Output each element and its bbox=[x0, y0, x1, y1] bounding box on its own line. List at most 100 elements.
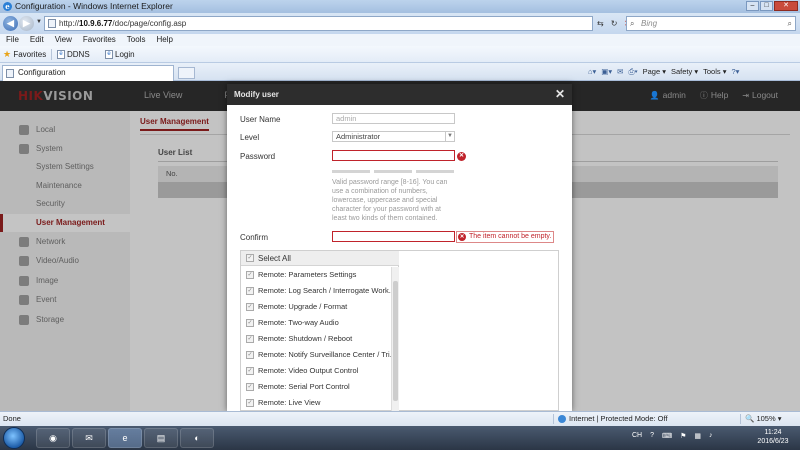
maximize-button[interactable]: □ bbox=[760, 1, 773, 11]
permission-checkbox[interactable]: ✓ bbox=[246, 303, 254, 311]
menu-edit[interactable]: Edit bbox=[30, 34, 44, 46]
close-window-button[interactable]: ✕ bbox=[774, 1, 798, 11]
network-icon[interactable]: ▦ bbox=[694, 432, 701, 440]
volume-icon[interactable]: ♪ bbox=[709, 432, 713, 440]
tab-configuration[interactable]: Configuration bbox=[2, 65, 174, 81]
help-link[interactable]: ⓘ Help bbox=[700, 90, 728, 101]
safety-menu[interactable]: Safety ▾ bbox=[671, 66, 698, 78]
username-label: User Name bbox=[240, 115, 281, 124]
list-item[interactable]: ✓ Remote: Video Output Control bbox=[241, 363, 391, 379]
forward-button[interactable]: ▶ bbox=[19, 16, 34, 31]
fav-link-ddns[interactable]: e DDNS bbox=[57, 46, 90, 63]
list-item[interactable]: ✓ Remote: Upgrade / Format bbox=[241, 299, 391, 315]
permission-checkbox[interactable]: ✓ bbox=[246, 399, 254, 407]
ie-taskbar-icon[interactable]: e bbox=[108, 428, 142, 448]
chrome-taskbar-icon[interactable]: ◉ bbox=[36, 428, 70, 448]
minimize-button[interactable]: – bbox=[746, 1, 759, 11]
logout-link[interactable]: ⇥ Logout bbox=[742, 90, 778, 101]
permission-checkbox[interactable]: ✓ bbox=[246, 271, 254, 279]
new-tab-button[interactable] bbox=[178, 67, 195, 79]
compatibility-icon[interactable]: ⇆ bbox=[597, 19, 604, 28]
feeds-icon[interactable]: ▣▾ bbox=[601, 66, 612, 78]
list-item[interactable]: ✓ Remote: Notify Surveillance Center / Tr… bbox=[241, 347, 391, 363]
refresh-icon[interactable]: ↻ bbox=[611, 19, 618, 28]
permission-checkbox[interactable]: ✓ bbox=[246, 287, 254, 295]
search-go-icon[interactable]: ⌕ bbox=[788, 17, 792, 30]
permission-scrollbar[interactable] bbox=[391, 267, 399, 412]
fav-link-label: DDNS bbox=[67, 50, 90, 59]
dialog-header: Modify user ✕ bbox=[227, 84, 572, 105]
event-icon bbox=[19, 295, 29, 305]
search-input[interactable]: ⌕ Bing ⌕ bbox=[626, 16, 796, 31]
list-item[interactable]: ✓ Remote: Shutdown / Reboot bbox=[241, 331, 391, 347]
url-input[interactable]: http://10.9.6.77/doc/page/config.asp bbox=[44, 16, 593, 31]
notification-icon[interactable]: ⚑ bbox=[680, 432, 686, 440]
level-select[interactable]: Administrator ▼ bbox=[332, 131, 455, 142]
confirm-error-message: ✕ The item cannot be empty. bbox=[456, 231, 555, 243]
network-icon bbox=[19, 237, 29, 247]
menu-tools[interactable]: Tools bbox=[127, 34, 146, 46]
list-item[interactable]: ✓ Remote: Log Search / Interrogate Work..… bbox=[241, 283, 391, 299]
sidebar-item-security[interactable]: Security bbox=[0, 195, 130, 213]
help-icon[interactable]: ? bbox=[650, 432, 654, 440]
favorites-bar: ★ Favorites e DDNS e Login bbox=[0, 46, 800, 63]
sidebar-item-label: Event bbox=[36, 295, 57, 304]
menu-bar: File Edit View Favorites Tools Help bbox=[0, 34, 800, 46]
sidebar-item-event[interactable]: Event bbox=[0, 291, 130, 309]
tab-user-management[interactable]: User Management bbox=[140, 117, 209, 131]
user-menu[interactable]: 👤 admin bbox=[650, 90, 686, 101]
window-titlebar: e Configuration - Windows Internet Explo… bbox=[0, 0, 800, 13]
app-taskbar-icon[interactable]: ◐ bbox=[180, 428, 214, 448]
password-field[interactable] bbox=[332, 150, 455, 161]
language-indicator[interactable]: CH bbox=[632, 432, 642, 440]
home-icon[interactable]: ⌂▾ bbox=[588, 66, 596, 78]
menu-favorites[interactable]: Favorites bbox=[83, 34, 116, 46]
dialog-close-button[interactable]: ✕ bbox=[555, 88, 565, 100]
error-icon: ✕ bbox=[458, 233, 466, 241]
sidebar-item-system-settings[interactable]: System Settings bbox=[0, 158, 130, 176]
username-field[interactable]: admin bbox=[332, 113, 455, 124]
back-button[interactable]: ◀ bbox=[3, 16, 18, 31]
sidebar-item-video-audio[interactable]: Video/Audio bbox=[0, 252, 130, 270]
sidebar-item-local[interactable]: Local bbox=[0, 121, 130, 139]
mail-icon[interactable]: ✉ bbox=[617, 66, 623, 78]
clock[interactable]: 11:24 2016/6/23 bbox=[748, 428, 798, 446]
scrollbar-thumb[interactable] bbox=[393, 281, 398, 401]
sidebar-item-system[interactable]: System bbox=[0, 140, 130, 158]
menu-help[interactable]: Help bbox=[156, 34, 172, 46]
tools-menu[interactable]: Tools ▾ bbox=[703, 66, 726, 78]
select-all-row[interactable]: ✓ Select All bbox=[241, 251, 399, 266]
list-item[interactable]: ✓ Remote: Two-way Audio bbox=[241, 315, 391, 331]
sidebar-item-maintenance[interactable]: Maintenance bbox=[0, 177, 130, 195]
list-item[interactable]: ✓ Remote: Live View bbox=[241, 395, 391, 411]
keyboard-icon[interactable]: ⌨ bbox=[662, 432, 672, 440]
confirm-password-field[interactable] bbox=[332, 231, 455, 242]
sidebar-item-storage[interactable]: Storage bbox=[0, 311, 130, 329]
permission-checkbox[interactable]: ✓ bbox=[246, 367, 254, 375]
permission-checkbox[interactable]: ✓ bbox=[246, 335, 254, 343]
menu-file[interactable]: File bbox=[6, 34, 19, 46]
explorer-taskbar-icon[interactable]: ▤ bbox=[144, 428, 178, 448]
list-item[interactable]: ✓ Remote: Serial Port Control bbox=[241, 379, 391, 395]
security-zone[interactable]: Internet | Protected Mode: Off bbox=[558, 412, 668, 426]
select-all-checkbox[interactable]: ✓ bbox=[246, 254, 254, 262]
permission-checkbox[interactable]: ✓ bbox=[246, 351, 254, 359]
system-tray: CH ? ⌨ ⚑ ▦ ♪ bbox=[632, 432, 713, 440]
page-menu[interactable]: Page ▾ bbox=[643, 66, 666, 78]
sidebar-item-image[interactable]: Image bbox=[0, 272, 130, 290]
nav-live-view[interactable]: Live View bbox=[144, 90, 182, 100]
help-icon[interactable]: ?▾ bbox=[731, 66, 739, 78]
recent-pages-dropdown-icon[interactable]: ▼ bbox=[36, 19, 42, 25]
zoom-control[interactable]: 🔍 105% ▾ bbox=[745, 412, 781, 426]
start-button[interactable] bbox=[3, 427, 25, 449]
sidebar-item-network[interactable]: Network bbox=[0, 233, 130, 251]
sidebar-item-user-management[interactable]: User Management bbox=[0, 214, 130, 232]
permission-checkbox[interactable]: ✓ bbox=[246, 383, 254, 391]
print-icon[interactable]: ⎙▾ bbox=[628, 66, 637, 78]
menu-view[interactable]: View bbox=[55, 34, 72, 46]
permission-checkbox[interactable]: ✓ bbox=[246, 319, 254, 327]
fav-link-login[interactable]: e Login bbox=[105, 46, 135, 63]
list-item[interactable]: ✓ Remote: Parameters Settings bbox=[241, 267, 391, 283]
outlook-taskbar-icon[interactable]: ✉ bbox=[72, 428, 106, 448]
favorites-button[interactable]: ★ Favorites bbox=[3, 46, 46, 63]
